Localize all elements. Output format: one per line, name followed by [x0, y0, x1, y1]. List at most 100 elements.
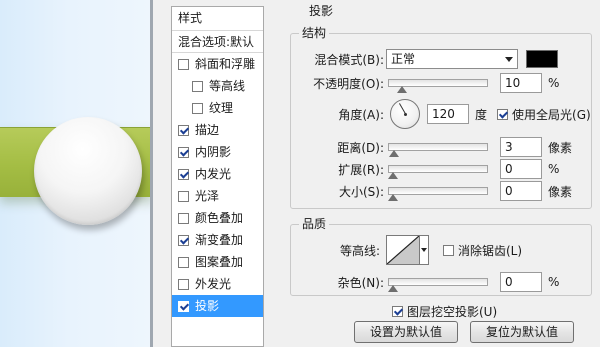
size-row: 大小(S): 0 像素: [300, 181, 572, 201]
style-item-label: 光泽: [195, 189, 220, 203]
style-item[interactable]: 等高线: [172, 75, 263, 97]
spread-unit: %: [548, 162, 560, 176]
style-item[interactable]: 内阴影: [172, 141, 263, 163]
drop-shadow-settings: 投影 结构 混合模式(B): 正常 不透明度(O): 10 % 角度(A): 1…: [280, 0, 600, 347]
size-input[interactable]: 0: [500, 181, 542, 201]
structure-group-title: 结构: [299, 26, 330, 40]
style-item[interactable]: 斜面和浮雕: [172, 53, 263, 75]
distance-unit: 像素: [548, 140, 573, 155]
style-item-label: 斜面和浮雕: [195, 57, 256, 71]
style-item-label: 外发光: [195, 277, 232, 291]
opacity-label: 不透明度(O):: [313, 76, 384, 91]
style-item-checkbox[interactable]: [192, 80, 203, 92]
contour-preview[interactable]: [386, 235, 420, 265]
style-item-label: 描边: [195, 123, 220, 137]
knockout-row: 图层挖空投影(U): [392, 303, 497, 320]
style-item-checkbox[interactable]: [178, 278, 189, 290]
noise-label: 杂色(N):: [337, 275, 384, 290]
make-default-button[interactable]: 设置为默认值: [354, 321, 458, 343]
angle-center-dot: [404, 113, 407, 116]
style-items-list: 斜面和浮雕等高线纹理描边内阴影内发光光泽颜色叠加渐变叠加图案叠加外发光投影: [172, 53, 263, 317]
angle-dial[interactable]: [390, 99, 420, 129]
knockout-checkbox[interactable]: [392, 306, 403, 317]
distance-slider[interactable]: [388, 143, 488, 157]
style-item-label: 等高线: [209, 79, 246, 93]
style-item-checkbox[interactable]: [178, 58, 189, 70]
canvas-divider: [150, 0, 153, 347]
reset-default-button[interactable]: 复位为默认值: [470, 321, 574, 343]
blend-mode-row: 混合模式(B): 正常: [300, 49, 558, 69]
blend-mode-value: 正常: [391, 52, 416, 66]
size-unit: 像素: [548, 184, 573, 199]
style-item-checkbox[interactable]: [178, 124, 189, 136]
size-label: 大小(S):: [338, 184, 384, 199]
noise-row: 杂色(N): 0 %: [300, 272, 559, 292]
noise-slider[interactable]: [388, 278, 488, 292]
angle-input[interactable]: 120: [427, 104, 469, 124]
style-item-checkbox[interactable]: [178, 190, 189, 202]
distance-slider-thumb[interactable]: [388, 150, 399, 157]
style-item[interactable]: 颜色叠加: [172, 207, 263, 229]
style-item-checkbox[interactable]: [178, 234, 189, 246]
style-item[interactable]: 光泽: [172, 185, 263, 207]
noise-slider-thumb[interactable]: [388, 285, 398, 292]
style-item-checkbox[interactable]: [178, 146, 189, 158]
style-item-checkbox[interactable]: [178, 300, 189, 312]
style-item[interactable]: 描边: [172, 119, 263, 141]
spread-slider-thumb[interactable]: [388, 172, 398, 179]
chevron-down-icon: [505, 57, 513, 62]
section-title-drop-shadow: 投影: [306, 4, 337, 18]
spread-slider[interactable]: [388, 165, 488, 179]
blend-mode-select[interactable]: 正常: [386, 49, 518, 69]
contour-curve-icon: [387, 236, 419, 264]
preview-knob: [34, 117, 142, 225]
size-slider[interactable]: [388, 187, 488, 201]
size-slider-thumb[interactable]: [388, 194, 398, 201]
spread-label: 扩展(R):: [338, 162, 384, 177]
style-item[interactable]: 纹理: [172, 97, 263, 119]
distance-label: 距离(D):: [337, 140, 384, 155]
style-item[interactable]: 渐变叠加: [172, 229, 263, 251]
style-item-checkbox[interactable]: [192, 102, 203, 114]
style-item[interactable]: 图案叠加: [172, 251, 263, 273]
global-light-checkbox[interactable]: [497, 108, 509, 120]
opacity-slider-thumb[interactable]: [396, 86, 407, 93]
distance-row: 距离(D): 3 像素: [300, 137, 572, 157]
style-item-checkbox[interactable]: [178, 168, 189, 180]
contour-label: 等高线:: [339, 243, 380, 258]
style-item-label: 渐变叠加: [195, 233, 244, 247]
anti-alias-checkbox[interactable]: [443, 244, 454, 256]
style-item-label: 投影: [195, 299, 220, 313]
blending-options-item[interactable]: 混合选项:默认: [172, 31, 263, 53]
opacity-input[interactable]: 10: [500, 73, 542, 93]
contour-row: 等高线: 消除锯齿(L): [300, 235, 522, 265]
shadow-color-swatch[interactable]: [526, 50, 558, 68]
style-item-label: 颜色叠加: [195, 211, 244, 225]
opacity-row: 不透明度(O): 10 %: [300, 73, 559, 93]
anti-alias-label: 消除锯齿(L): [458, 243, 523, 258]
spread-input[interactable]: 0: [500, 159, 542, 179]
preview-canvas: [0, 0, 153, 347]
noise-unit: %: [548, 275, 560, 289]
opacity-unit: %: [548, 76, 560, 90]
style-item[interactable]: 投影: [172, 295, 263, 317]
styles-header[interactable]: 样式: [172, 7, 263, 31]
knockout-label: 图层挖空投影(U): [407, 305, 498, 319]
style-item-label: 内发光: [195, 167, 232, 181]
opacity-slider[interactable]: [388, 79, 488, 93]
style-item-label: 内阴影: [195, 145, 232, 159]
blend-mode-label: 混合模式(B):: [314, 52, 384, 67]
style-item-checkbox[interactable]: [178, 256, 189, 268]
quality-group-title: 品质: [299, 217, 330, 231]
angle-row: 角度(A): 120 度 使用全局光(G): [300, 99, 591, 129]
distance-input[interactable]: 3: [500, 137, 542, 157]
spread-row: 扩展(R): 0 %: [300, 159, 559, 179]
style-item-label: 图案叠加: [195, 255, 244, 269]
style-item[interactable]: 外发光: [172, 273, 263, 295]
style-item-checkbox[interactable]: [178, 212, 189, 224]
angle-unit: 度: [475, 107, 488, 122]
contour-dropdown[interactable]: [420, 235, 429, 265]
global-light-label: 使用全局光(G): [512, 107, 591, 122]
style-item[interactable]: 内发光: [172, 163, 263, 185]
noise-input[interactable]: 0: [500, 272, 542, 292]
